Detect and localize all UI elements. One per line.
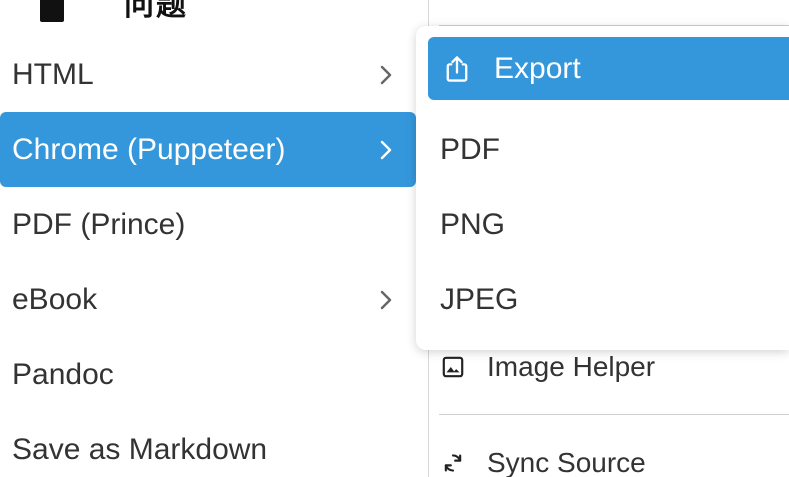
page-title: 问题 — [124, 0, 188, 23]
export-menu: HTML Chrome (Puppeteer) PDF (Prince) eBo… — [0, 37, 416, 477]
submenu-item-label: PNG — [440, 207, 506, 241]
menu-item-html[interactable]: HTML — [0, 37, 416, 112]
submenu-export-header[interactable]: Export — [428, 37, 789, 100]
screen: 问题 Image Helper Sync Source HTML Chrome … — [0, 0, 789, 477]
chevron-right-icon — [378, 63, 394, 87]
sync-source-label: Sync Source — [487, 447, 646, 477]
menu-item-label: Pandoc — [12, 357, 114, 391]
menu-item-label: Save as Markdown — [12, 432, 268, 466]
chrome-submenu: Export PDF PNG JPEG — [416, 26, 789, 350]
submenu-item-pdf[interactable]: PDF — [416, 112, 789, 187]
submenu-item-jpeg[interactable]: JPEG — [416, 262, 789, 337]
menu-item-label: HTML — [12, 57, 94, 91]
sync-source-item[interactable]: Sync Source — [439, 439, 789, 477]
menu-item-label: eBook — [12, 282, 98, 316]
menu-item-ebook[interactable]: eBook — [0, 262, 416, 337]
menu-item-save-as-markdown[interactable]: Save as Markdown — [0, 412, 416, 477]
menu-item-chrome-puppeteer[interactable]: Chrome (Puppeteer) — [0, 112, 416, 187]
menu-item-label: Chrome (Puppeteer) — [12, 132, 286, 166]
image-icon — [439, 353, 467, 381]
top-header: 问题 — [0, 0, 416, 38]
app-icon — [40, 0, 64, 22]
image-helper-label: Image Helper — [487, 351, 656, 382]
submenu-header-label: Export — [494, 51, 581, 85]
divider — [439, 414, 789, 415]
menu-item-pdf-prince[interactable]: PDF (Prince) — [0, 187, 416, 262]
submenu-item-png[interactable]: PNG — [416, 187, 789, 262]
menu-item-pandoc[interactable]: Pandoc — [0, 337, 416, 412]
chevron-right-icon — [378, 288, 394, 312]
chevron-right-icon — [378, 138, 394, 162]
sync-icon — [439, 449, 467, 477]
submenu-item-label: PDF — [440, 132, 500, 166]
share-icon — [442, 54, 472, 84]
submenu-item-label: JPEG — [440, 282, 519, 316]
menu-item-label: PDF (Prince) — [12, 207, 186, 241]
image-helper-item[interactable]: Image Helper — [439, 343, 789, 391]
